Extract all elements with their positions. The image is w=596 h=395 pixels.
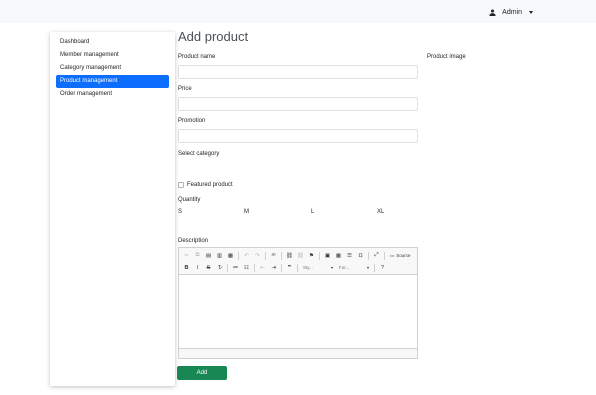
special-char-icon[interactable]: Ω (356, 251, 365, 260)
source-button[interactable]: ▭ Source (388, 253, 413, 259)
toolbar-separator (265, 251, 266, 260)
format-dropdown[interactable]: For... (337, 264, 371, 272)
styles-dropdown-label: Sty... (303, 265, 313, 270)
blockquote-icon[interactable]: ❞ (285, 263, 294, 272)
image-icon[interactable]: ▣ (323, 251, 332, 260)
toolbar-separator (297, 263, 298, 272)
promotion-input[interactable] (178, 129, 418, 143)
help-icon[interactable]: ? (378, 263, 387, 272)
product-name-label: Product name (178, 54, 216, 60)
page-title: Add product (178, 29, 249, 44)
redo-icon[interactable]: ↷ (253, 251, 262, 260)
toolbar-separator (238, 251, 239, 260)
promotion-label: Promotion (178, 118, 206, 124)
chevron-down-icon (331, 266, 333, 269)
toolbar-separator (227, 263, 228, 272)
table-icon[interactable]: ▦ (334, 251, 343, 260)
user-menu[interactable]: Admin (489, 6, 533, 18)
user-name: Admin (502, 8, 522, 16)
horizontal-line-icon[interactable]: ☰ (345, 251, 354, 260)
remove-format-icon[interactable]: T̷ (215, 263, 224, 272)
chevron-down-icon (367, 266, 369, 269)
editor-toolbar: ✂ ⧉ ▤ ▥ ▦ ↶ ↷ ᵃᵇ ⛓ ⛓ ⚑ ▣ ▦ ☰ Ω ⤢ ▭ Sourc… (179, 248, 417, 275)
toolbar-separator (384, 251, 385, 260)
toolbar-separator (368, 251, 369, 260)
paste-icon[interactable]: ▤ (204, 251, 213, 260)
sidebar-item-product-management[interactable]: Product management (56, 75, 169, 88)
italic-icon[interactable]: I (193, 263, 202, 272)
toolbar-separator (281, 263, 282, 272)
product-image-label: Product image (427, 54, 466, 60)
source-label: Source (396, 253, 411, 258)
sidebar-item-dashboard[interactable]: Dashboard (56, 36, 169, 49)
editor-status-bar (179, 348, 417, 358)
select-category-label: Select category (178, 151, 220, 157)
format-dropdown-label: For... (339, 265, 350, 270)
user-icon (489, 8, 496, 16)
unlink-icon[interactable]: ⛓ (296, 251, 305, 260)
description-label: Description (178, 238, 209, 244)
indent-icon[interactable]: ⇥ (269, 263, 278, 272)
toolbar-separator (374, 263, 375, 272)
styles-dropdown[interactable]: Sty... (301, 264, 335, 272)
outdent-icon[interactable]: ⇤ (258, 263, 267, 272)
sidebar: Dashboard Member management Category man… (50, 32, 175, 386)
toolbar-separator (254, 263, 255, 272)
featured-checkbox[interactable] (178, 182, 184, 188)
chevron-down-icon (529, 10, 533, 14)
product-name-input[interactable] (178, 65, 418, 79)
copy-icon[interactable]: ⧉ (193, 251, 202, 260)
top-navbar: Admin (0, 0, 596, 23)
strikethrough-icon[interactable]: S (204, 263, 213, 272)
price-label: Price (178, 86, 192, 92)
toolbar-separator (281, 251, 282, 260)
paste-word-icon[interactable]: ▦ (226, 251, 235, 260)
bulleted-list-icon[interactable]: ☷ (242, 263, 251, 272)
sidebar-item-order-management[interactable]: Order management (56, 88, 169, 101)
sidebar-item-member-management[interactable]: Member management (56, 49, 169, 62)
maximize-icon[interactable]: ⤢ (372, 251, 381, 260)
price-input[interactable] (178, 97, 418, 111)
cut-icon[interactable]: ✂ (182, 251, 191, 260)
paste-text-icon[interactable]: ▥ (215, 251, 224, 260)
undo-icon[interactable]: ↶ (242, 251, 251, 260)
size-l-label: L (311, 209, 315, 215)
numbered-list-icon[interactable]: ≔ (231, 263, 240, 272)
spellcheck-icon[interactable]: ᵃᵇ (269, 251, 278, 260)
quantity-label: Quantity (178, 197, 201, 203)
link-icon[interactable]: ⛓ (285, 251, 294, 260)
size-s-label: S (178, 209, 183, 215)
size-xl-label: XL (377, 209, 385, 215)
sidebar-item-category-management[interactable]: Category management (56, 62, 169, 75)
source-icon: ▭ (390, 252, 395, 258)
toolbar-separator (319, 251, 320, 260)
anchor-flag-icon[interactable]: ⚑ (307, 251, 316, 260)
description-editor: ✂ ⧉ ▤ ▥ ▦ ↶ ↷ ᵃᵇ ⛓ ⛓ ⚑ ▣ ▦ ☰ Ω ⤢ ▭ Sourc… (178, 247, 418, 359)
featured-label: Featured product (187, 182, 233, 188)
add-button[interactable]: Add (177, 366, 227, 380)
size-m-label: M (244, 209, 249, 215)
bold-icon[interactable]: B (182, 263, 191, 272)
